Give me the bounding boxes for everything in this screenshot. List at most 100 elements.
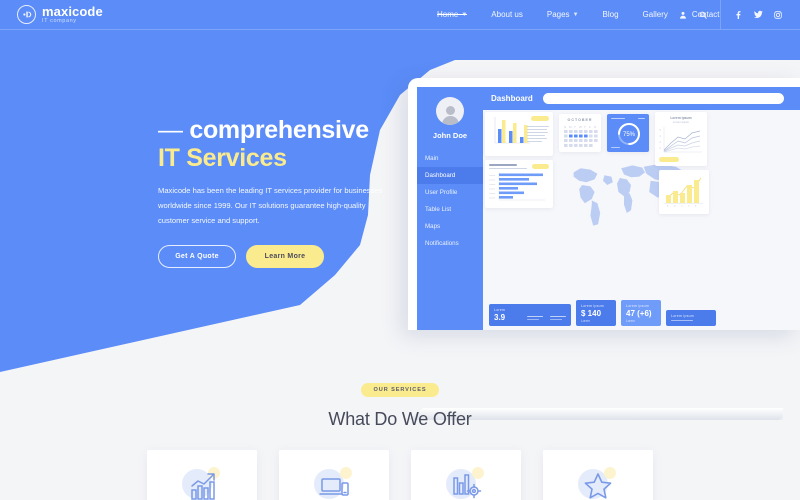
donut-chart-svg: 75% [618, 123, 640, 145]
sidebar-user-name: John Doe [432, 131, 468, 140]
header-divider-line [0, 29, 800, 30]
brand-logo[interactable]: maxicode IT company [17, 5, 103, 25]
sidebar-item-user-profile[interactable]: User Profile [417, 184, 483, 201]
service-card-analytics[interactable] [411, 450, 521, 500]
bar-chart-svg [494, 117, 530, 144]
search-icon[interactable] [693, 0, 713, 29]
horizontal-bar-card[interactable]: Lorem Lorem Lorem Lorem Lorem Lorem [485, 160, 553, 208]
bar-chart-card[interactable] [485, 112, 553, 156]
services-section-header: OUR SERVICES What Do We Offer [0, 378, 800, 430]
svg-text:Lorem: Lorem [489, 179, 495, 182]
landing-page: maxicode IT company Home ▼ About us Page… [0, 0, 800, 500]
donut-value-text: 75% [623, 132, 636, 138]
svg-text:5: 5 [660, 129, 662, 132]
avatar [436, 97, 464, 125]
stat-card-1[interactable]: Lorem 3.9 [489, 304, 571, 326]
chevron-down-icon: ▼ [461, 11, 468, 18]
dashboard-main: Dashboard OCTOBER S M T W T F S 75% Lore… [483, 87, 800, 330]
svg-text:Lorem: Lorem [489, 197, 495, 200]
nav-label: About us [491, 10, 523, 19]
svg-text:Lorem: Lorem [489, 174, 495, 177]
dashboard-search-input[interactable] [542, 93, 784, 104]
stat-label: Lorem ipsum [581, 304, 604, 308]
sidebar-item-notifications[interactable]: Notifications [417, 235, 483, 252]
card-badge [531, 116, 549, 121]
section-badge: OUR SERVICES [360, 383, 440, 397]
stat-label: Lorem ipsum [626, 304, 649, 308]
dashboard-topbar: Dashboard [483, 87, 800, 110]
responsive-devices-icon [319, 478, 349, 496]
stat-value: 3.9 [494, 313, 506, 322]
facebook-icon[interactable] [728, 0, 748, 29]
stat-card-3[interactable]: Lorem ipsum 47 (+6) Lorem [621, 300, 661, 326]
get-a-quote-button[interactable]: Get A Quote [158, 245, 236, 269]
card-footer-label [611, 146, 620, 148]
svg-text:M: M [569, 125, 572, 129]
calendar-card[interactable]: OCTOBER SMTWTFS [559, 114, 601, 152]
dashboard-sidebar: John Doe Main Dashboard User Profile Tab… [417, 87, 483, 330]
sidebar-item-dashboard[interactable]: Dashboard [417, 167, 483, 184]
stat-card-2[interactable]: Lorem ipsum $ 140 Lorem [576, 300, 616, 326]
nav-label: Pages [546, 10, 570, 19]
twitter-icon[interactable] [748, 0, 768, 29]
section-title: What Do We Offer [328, 409, 472, 429]
stat-value: $ 140 [581, 309, 602, 318]
line-chart-card[interactable]: Lorem ipsum Lorem ipsum 5432 [655, 112, 707, 166]
card-badge [659, 157, 679, 162]
hero-title-line2: IT Services [158, 144, 287, 172]
sidebar-item-main[interactable]: Main [417, 150, 483, 167]
yellow-bar-svg: A B C D E [664, 177, 703, 208]
star-icon [584, 473, 612, 499]
stat-card-4[interactable]: Lorem ipsum [666, 310, 716, 326]
growth-chart-icon [191, 473, 215, 500]
chevron-down-icon: ▼ [572, 11, 579, 18]
card-label-right [638, 118, 645, 120]
service-card-quality[interactable] [543, 450, 653, 500]
laptop-screen: John Doe Main Dashboard User Profile Tab… [408, 78, 800, 330]
sidebar-item-table-list[interactable]: Table List [417, 201, 483, 218]
yellow-bar-chart-card[interactable]: A B C D E [659, 170, 709, 214]
horizontal-bar-svg: LoremLoremLorem LoremLoremLorem [489, 172, 545, 201]
dashboard-content: OCTOBER SMTWTFS 75% Lorem ipsum Lorem ip… [483, 110, 800, 330]
line-chart-subtitle: Lorem ipsum [672, 120, 690, 124]
svg-text:D: D [688, 206, 690, 207]
hero-title-line1: — comprehensive [158, 116, 388, 144]
card-badge [532, 164, 549, 169]
svg-text:T: T [584, 125, 586, 129]
laptop-mockup: John Doe Main Dashboard User Profile Tab… [408, 78, 800, 420]
nav-item-blog[interactable]: Blog [591, 10, 631, 19]
svg-text:3: 3 [660, 141, 662, 144]
hero-content: — comprehensive IT Services Maxicode has… [158, 116, 388, 269]
svg-text:2: 2 [660, 147, 662, 150]
svg-text:W: W [579, 125, 582, 129]
service-card-responsive[interactable] [279, 450, 389, 500]
hero-buttons: Get A Quote Learn More [158, 245, 388, 269]
user-icon[interactable] [673, 0, 693, 29]
instagram-icon[interactable] [768, 0, 788, 29]
service-card-growth[interactable] [147, 450, 257, 500]
svg-text:Lorem: Lorem [489, 188, 495, 191]
nav-item-home[interactable]: Home ▼ [425, 10, 479, 19]
stat-sublabel: Lorem [581, 319, 591, 323]
learn-more-button[interactable]: Learn More [246, 245, 324, 269]
nav-item-pages[interactable]: Pages ▼ [535, 10, 591, 19]
calendar-title: OCTOBER [567, 118, 593, 122]
site-header: maxicode IT company Home ▼ About us Page… [0, 0, 800, 29]
sidebar-item-maps[interactable]: Maps [417, 218, 483, 235]
svg-text:F: F [589, 125, 591, 129]
svg-text:4: 4 [660, 135, 662, 138]
svg-text:T: T [574, 125, 576, 129]
hero-paragraph: Maxicode has been the leading IT service… [158, 186, 383, 225]
svg-text:E: E [695, 206, 697, 207]
svg-text:C: C [681, 206, 683, 207]
brand-name: maxicode [42, 3, 103, 19]
nav-item-about-us[interactable]: About us [479, 10, 535, 19]
line-chart-svg: 5 4 3 2 [660, 127, 702, 153]
dashboard-title: Dashboard [491, 94, 533, 103]
stat-value: 47 (+6) [626, 309, 652, 318]
svg-text:S: S [564, 125, 566, 129]
stat-cards-row: Lorem 3.9 Lorem ipsum $ 140 Lorem Lorem … [489, 300, 716, 326]
sidebar-menu: Main Dashboard User Profile Table List M… [417, 150, 483, 252]
donut-chart-card[interactable]: 75% [607, 114, 649, 152]
header-divider [720, 0, 721, 29]
